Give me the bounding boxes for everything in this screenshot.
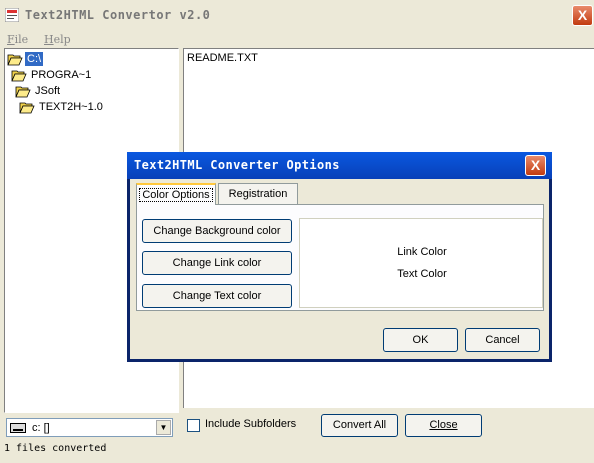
convert-all-button[interactable]: Convert All (321, 414, 398, 437)
tab-color-options[interactable]: Color Options (136, 183, 216, 205)
cancel-button[interactable]: Cancel (465, 328, 540, 352)
status-bar: 1 files converted (4, 443, 107, 454)
menu-bar: File Help (0, 30, 594, 48)
drive-select[interactable]: c: [] ▼ (6, 418, 173, 437)
ok-button[interactable]: OK (383, 328, 458, 352)
change-text-color-button[interactable]: Change Text color (142, 284, 292, 308)
dialog-title: Text2HTML Converter Options (134, 158, 340, 172)
open-folder-icon (7, 54, 23, 65)
change-link-color-button[interactable]: Change Link color (142, 251, 292, 275)
tab-label: Registration (228, 188, 288, 200)
options-dialog: Text2HTML Converter Options X Color Opti… (127, 152, 552, 362)
tree-item-jsoft[interactable]: JSoft (15, 83, 62, 99)
dialog-title-bar: Text2HTML Converter Options X (127, 152, 552, 179)
menu-help[interactable]: Help (44, 33, 71, 46)
drive-select-value: c: [] (32, 421, 50, 434)
tree-item-label: PROGRA~1 (31, 69, 92, 81)
tree-item-label: JSoft (35, 85, 61, 97)
include-subfolders-checkbox[interactable] (187, 419, 200, 432)
preview-link-color: Link Color (397, 246, 447, 258)
file-item-readme[interactable]: README.TXT (187, 52, 258, 64)
color-preview: Link Color Text Color (299, 218, 543, 308)
change-background-color-button[interactable]: Change Background color (142, 219, 292, 243)
window-close-button[interactable]: X (572, 5, 593, 26)
tab-label: Color Options (139, 188, 213, 202)
app-icon (5, 8, 19, 22)
tab-registration[interactable]: Registration (218, 183, 298, 205)
open-folder-icon (19, 102, 35, 113)
tree-item-c-drive[interactable]: C:\ (7, 51, 44, 67)
include-subfolders-label: Include Subfolders (205, 418, 297, 430)
drive-icon (10, 422, 26, 433)
preview-text-color: Text Color (397, 268, 447, 280)
open-folder-icon (15, 86, 31, 97)
window-title: Text2HTML Convertor v2.0 (25, 8, 211, 22)
tree-item-label: C:\ (25, 52, 44, 66)
tree-item-text2h[interactable]: TEXT2H~1.0 (19, 99, 105, 115)
tree-item-label: TEXT2H~1.0 (39, 101, 103, 113)
title-bar: Text2HTML Convertor v2.0 X (0, 0, 594, 30)
open-folder-icon (11, 70, 27, 81)
menu-file[interactable]: File (7, 33, 28, 46)
dialog-close-button[interactable]: X (525, 155, 546, 176)
chevron-down-icon[interactable]: ▼ (156, 420, 171, 435)
tree-item-progra[interactable]: PROGRA~1 (11, 67, 93, 83)
close-button[interactable]: Close (405, 414, 482, 437)
color-options-panel: Change Background color Change Link colo… (136, 204, 544, 311)
